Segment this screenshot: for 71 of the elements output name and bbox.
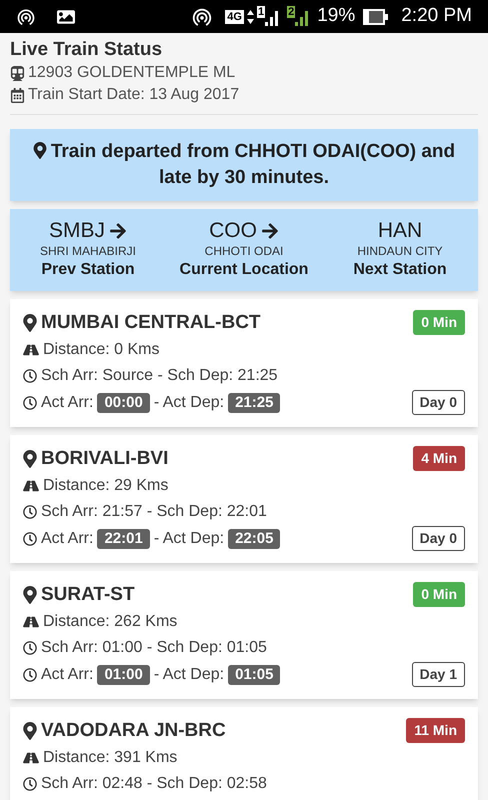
distance-text: Distance: 262 Kms (43, 612, 178, 632)
station-role: Next Station (353, 260, 447, 280)
station-role: Prev Station (41, 260, 135, 280)
clock-icon (23, 668, 37, 682)
actual-arrival-label: Act Arr: (41, 393, 94, 413)
sim-number: 2 (287, 6, 296, 18)
marker-icon (23, 450, 37, 468)
actual-arrival-label: Act Arr: (41, 529, 94, 549)
clock-time: 2:20 PM (401, 4, 472, 28)
actual-arrival-label: Act Arr: (41, 665, 94, 685)
station-code: HAN (378, 219, 422, 243)
marker-icon (23, 722, 37, 740)
distance-text: Distance: 29 Kms (43, 476, 168, 496)
station-title: BORIVALI-BVI (41, 446, 168, 470)
actual-arrival-time: 01:00 (97, 664, 150, 684)
delay-badge: 0 Min (413, 582, 465, 607)
image-icon (56, 8, 76, 26)
station-title: MUMBAI CENTRAL-BCT (41, 310, 261, 334)
distance-text: Distance: 0 Kms (43, 340, 160, 360)
marker-icon (23, 586, 37, 604)
delay-badge: 11 Min (406, 718, 465, 743)
distance-text: Distance: 391 Kms (43, 748, 178, 768)
station-name: HINDAUN CITY (357, 243, 443, 259)
station-name: SHRI MAHABIRJI (40, 243, 136, 259)
data-arrows-icon (246, 10, 254, 24)
station-code: SMBJ (48, 219, 105, 243)
road-icon (23, 750, 39, 764)
schedule-text: Sch Arr: 01:00 - Sch Dep: 01:05 (41, 638, 267, 658)
schedule-text: Sch Arr: 21:57 - Sch Dep: 22:01 (41, 502, 267, 522)
clock-icon (23, 776, 37, 790)
station-role: Current Location (180, 260, 308, 280)
road-icon (23, 342, 39, 356)
day-badge: Day 0 (412, 526, 465, 551)
clock-icon (23, 532, 37, 546)
clock-icon (23, 504, 37, 518)
station-code: COO (209, 219, 257, 243)
station-title: SURAT-ST (41, 582, 135, 606)
actual-departure-label: - Act Dep: (154, 665, 224, 685)
schedule-text: Sch Arr: Source - Sch Dep: 21:25 (41, 366, 278, 386)
clock-icon (23, 396, 37, 410)
train-icon (10, 66, 25, 80)
sim-number: 1 (256, 6, 266, 18)
actual-departure-time: 22:05 (228, 528, 280, 548)
train-name: 12903 GOLDENTEMPLE ML (28, 63, 236, 83)
start-date: Train Start Date: 13 Aug 2017 (28, 85, 240, 105)
marker-icon (23, 314, 37, 332)
actual-arrival-time: 00:00 (97, 392, 150, 412)
actual-departure-label: - Act Dep: (154, 393, 224, 413)
actual-departure-label: - Act Dep: (154, 529, 224, 549)
clock-icon (23, 368, 37, 382)
actual-departure-time: 21:25 (228, 392, 280, 412)
day-badge: Day 1 (412, 662, 465, 687)
road-icon (23, 478, 39, 492)
hotspot-icon (16, 6, 36, 26)
day-badge: Day 0 (412, 390, 465, 415)
delay-badge: 4 Min (413, 446, 465, 471)
battery-icon (363, 8, 390, 24)
delay-badge: 0 Min (413, 310, 465, 335)
alert-text: Train departed from CHHOTI ODAI(COO) and late by 30 minutes. (50, 141, 456, 188)
actual-arrival-time: 22:01 (97, 528, 150, 548)
schedule-text: Sch Arr: 02:48 - Sch Dep: 02:58 (41, 774, 267, 794)
station-name: CHHOTI ODAI (204, 243, 284, 259)
calendar-icon (10, 88, 25, 102)
station-title: VADODARA JN-BRC (41, 718, 226, 742)
network-type: 4G (225, 10, 244, 24)
actual-departure-time: 01:05 (228, 664, 280, 684)
road-icon (23, 614, 39, 628)
marker-icon (32, 142, 47, 159)
battery-percent: 19% (317, 4, 356, 28)
clock-icon (23, 640, 37, 654)
page-title: Live Train Status (10, 38, 164, 62)
